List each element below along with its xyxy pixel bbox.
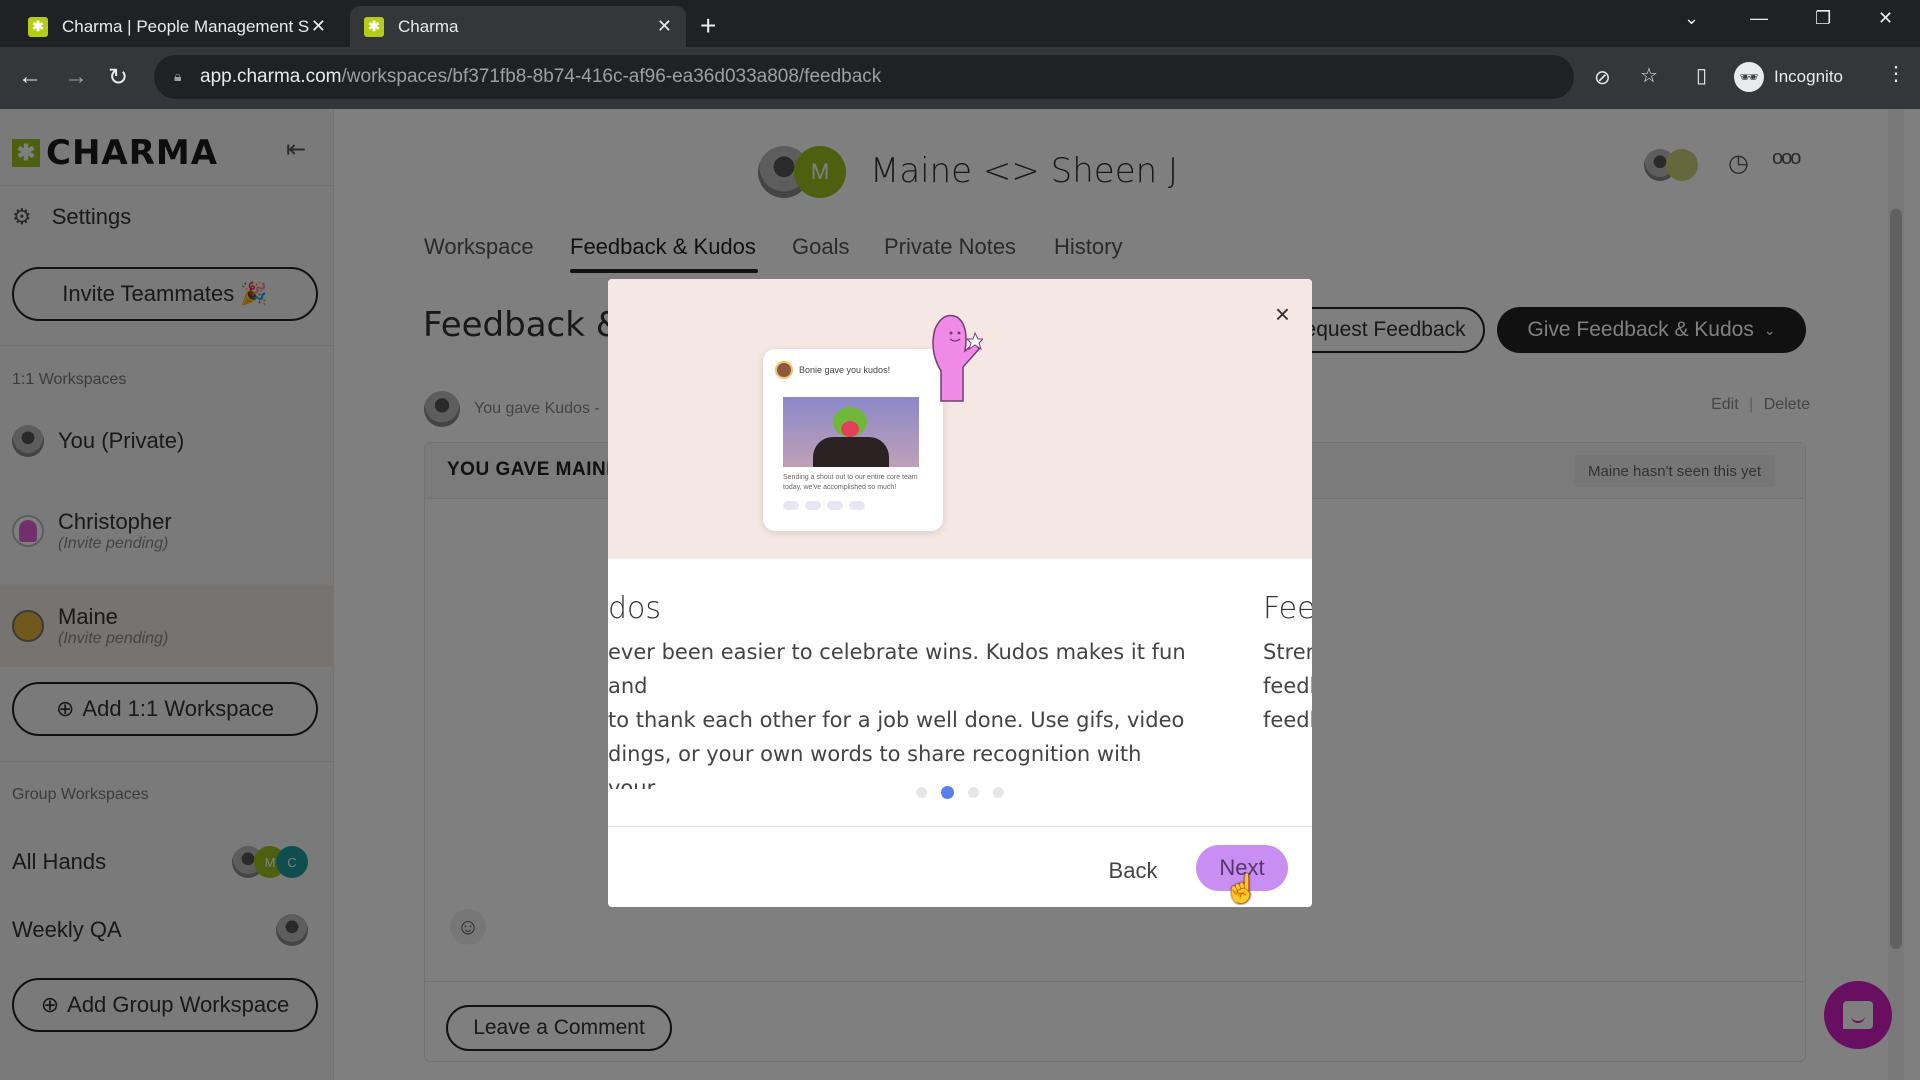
side-panel-icon[interactable]: ▯ [1696,63,1707,88]
tab-search-icon[interactable]: ⌄ [1684,8,1699,29]
carousel-dots [608,786,1312,799]
lock-icon: 🔒︎ [174,68,182,84]
browser-toolbar: ← → ↻ 🔒︎ app.charma.com/workspaces/bf371… [0,47,1920,109]
back-button[interactable]: Back [1088,849,1178,893]
slide-title: dos [608,591,662,626]
kudos-illustration: Bonie gave you kudos! Sending a shout ou… [608,279,1312,559]
url-host: app.charma.com [200,66,342,87]
browser-tab[interactable]: ✱ Charma | People Management S ✕ [14,6,340,47]
hand-cursor-icon: ☝ [1224,873,1259,904]
onboarding-modal: Bonie gave you kudos! Sending a shout ou… [608,279,1312,907]
new-tab-icon[interactable]: + [700,10,716,42]
incognito-icon: 🕶︎ [1734,62,1764,92]
divider [608,826,1312,827]
charma-favicon-icon: ✱ [28,16,48,37]
back-arrow-icon[interactable]: ← [18,63,42,91]
close-modal-icon[interactable]: × [1275,299,1290,330]
restore-icon[interactable]: ❐ [1815,8,1831,29]
reaction-chips [783,501,865,510]
browser-tab-bar: ✱ Charma | People Management S ✕ ✱ Charm… [0,0,1920,47]
carousel-dot[interactable] [916,787,927,798]
tab-title: Charma | People Management S [62,16,310,36]
avatar [775,361,793,379]
gif-image [783,397,919,467]
eye-off-icon[interactable]: ⊘ [1594,65,1611,90]
close-tab-icon[interactable]: ✕ [311,16,326,37]
slides-viewport: dos ever been easier to celebrate wins. … [608,559,1312,789]
mascot-illustration [932,314,983,402]
address-bar[interactable]: 🔒︎ app.charma.com/workspaces/bf371fb8-8b… [154,55,1574,99]
window-close-icon[interactable]: ✕ [1878,8,1893,29]
browser-tab-active[interactable]: ✱ Charma ✕ [350,6,686,47]
carousel-dot[interactable] [993,787,1004,798]
profile-label: Incognito [1774,67,1843,86]
bookmark-star-icon[interactable]: ☆ [1640,63,1658,88]
reload-icon[interactable]: ↻ [108,63,128,92]
carousel-dot[interactable] [968,787,979,798]
minimize-icon[interactable]: — [1750,8,1768,29]
charma-favicon-icon: ✱ [364,16,384,37]
carousel-dot[interactable] [941,786,954,799]
close-tab-icon[interactable]: ✕ [657,16,672,37]
incognito-profile-button[interactable]: 🕶︎ Incognito [1726,57,1864,97]
browser-menu-icon[interactable]: ⋮ [1886,61,1906,86]
slide-body: Stren feedb feedb [1263,640,1312,732]
url-path: /workspaces/bf371fb8-8b74-416c-af96-ea36… [341,66,882,87]
kudos-preview-card: Bonie gave you kudos! Sending a shout ou… [763,349,943,531]
slide-title: Fee [1263,591,1312,626]
tab-title: Charma [398,16,459,36]
slide-body: ever been easier to celebrate wins. Kudo… [608,640,1186,789]
forward-arrow-icon[interactable]: → [64,63,88,91]
